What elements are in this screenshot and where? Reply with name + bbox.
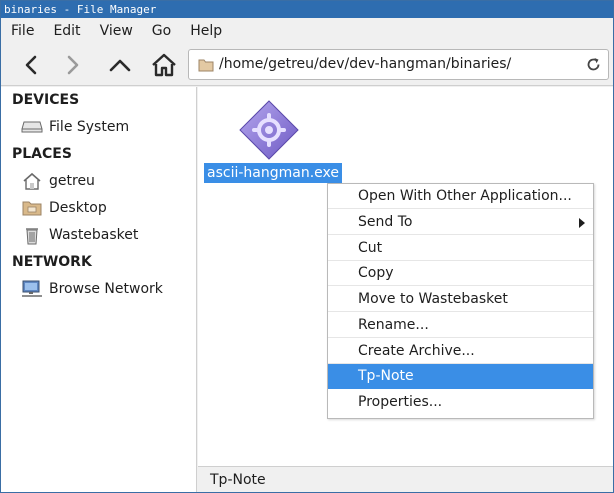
desktop-folder-icon (21, 198, 43, 218)
file-view[interactable]: ascii-hangman.exe Open With Other Applic… (198, 87, 613, 466)
location-bar[interactable]: /home/getreu/dev/dev-hangman/binaries/ (188, 49, 609, 80)
up-button[interactable] (105, 50, 135, 80)
file-manager-window: binaries - File Manager File Edit View G… (0, 0, 614, 493)
home-folder-icon (21, 171, 43, 191)
drive-icon (21, 117, 43, 137)
sidebar-item-wastebasket[interactable]: Wastebasket (21, 224, 138, 246)
sidebar-heading-network: NETWORK (12, 254, 92, 270)
menu-item-cut[interactable]: Cut (328, 236, 593, 261)
sidebar-item-desktop[interactable]: Desktop (21, 197, 107, 219)
location-path[interactable]: /home/getreu/dev/dev-hangman/binaries/ (219, 50, 511, 79)
menu-item-rename[interactable]: Rename... (328, 313, 593, 338)
menu-file[interactable]: File (1, 18, 43, 44)
sidebar-item-label: Browse Network (49, 281, 163, 297)
status-bar: Tp-Note (198, 466, 613, 492)
sidebar-item-label: Desktop (49, 200, 107, 216)
menu-edit[interactable]: Edit (43, 18, 89, 44)
sidebar: DEVICES File System PLACES getreu Deskto… (1, 87, 197, 492)
sidebar-item-label: File System (49, 119, 130, 135)
chevron-up-icon (109, 59, 131, 72)
menu-item-send-to[interactable]: Send To (328, 210, 593, 235)
chevron-left-icon (25, 55, 37, 75)
sidebar-heading-places: PLACES (12, 146, 72, 162)
menu-help[interactable]: Help (180, 18, 231, 44)
sidebar-item-getreu[interactable]: getreu (21, 170, 95, 192)
toolbar: /home/getreu/dev/dev-hangman/binaries/ (1, 44, 613, 86)
menu-item-tp-note[interactable]: Tp-Note (328, 364, 593, 389)
menu-item-properties[interactable]: Properties... (328, 390, 593, 415)
home-button[interactable] (149, 50, 179, 80)
reload-icon[interactable] (585, 56, 602, 73)
forward-button[interactable] (58, 50, 88, 80)
file-name-label[interactable]: ascii-hangman.exe (204, 163, 342, 183)
menu-go[interactable]: Go (142, 18, 180, 44)
menubar: File Edit View Go Help (1, 18, 613, 44)
sidebar-item-label: Wastebasket (49, 227, 139, 243)
window-title: binaries - File Manager (1, 1, 613, 18)
folder-icon (198, 59, 214, 72)
menu-item-create-archive[interactable]: Create Archive... (328, 339, 593, 364)
menu-item-open-with[interactable]: Open With Other Application... (328, 184, 593, 209)
submenu-arrow-icon (579, 218, 585, 228)
executable-icon[interactable] (238, 99, 300, 161)
menu-item-label: Send To (358, 214, 413, 230)
context-menu: Open With Other Application... Send To C… (327, 183, 594, 419)
sidebar-heading-devices: DEVICES (12, 92, 80, 108)
back-button[interactable] (16, 50, 46, 80)
menu-view[interactable]: View (90, 18, 142, 44)
menu-item-copy[interactable]: Copy (328, 261, 593, 286)
trash-icon (21, 225, 43, 245)
network-icon (21, 279, 43, 299)
sidebar-item-browse-network[interactable]: Browse Network (21, 278, 163, 300)
sidebar-item-file-system[interactable]: File System (21, 116, 129, 138)
home-icon (152, 53, 176, 77)
sidebar-item-label: getreu (49, 173, 95, 189)
chevron-right-icon (67, 55, 79, 75)
menu-item-move-to-wastebasket[interactable]: Move to Wastebasket (328, 287, 593, 312)
